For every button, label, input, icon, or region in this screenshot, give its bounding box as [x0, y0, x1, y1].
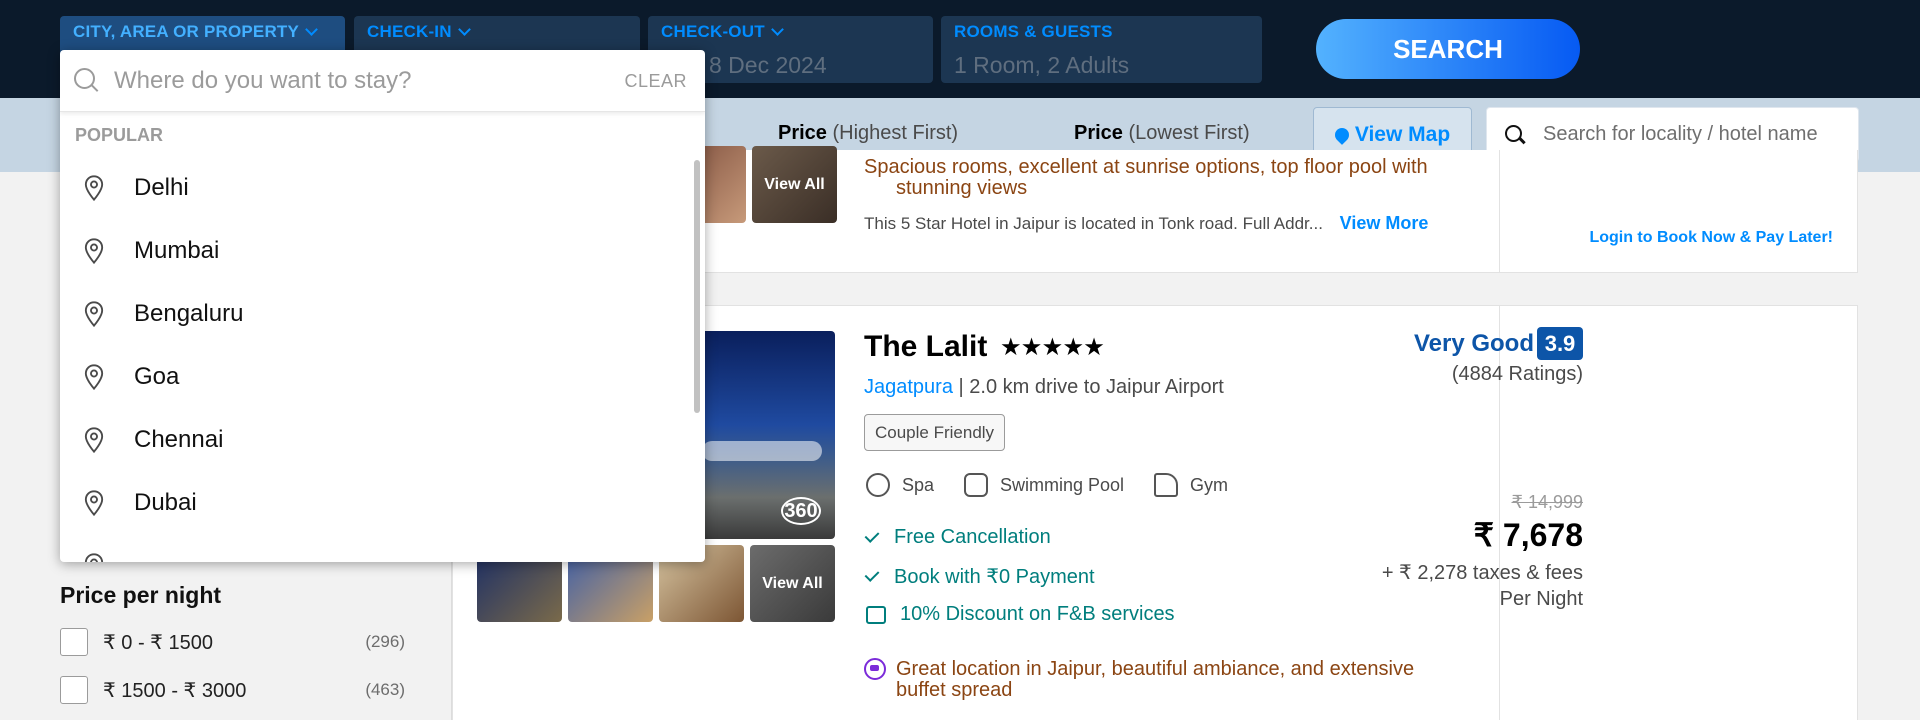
checkout-value: 8 Dec 2024 — [709, 52, 827, 78]
location-pin-icon — [84, 426, 104, 453]
dropdown-scrollbar[interactable] — [694, 160, 700, 413]
gym-icon — [1154, 473, 1178, 497]
final-price: ₹ 7,678 — [1473, 517, 1583, 553]
review-icon — [864, 658, 886, 680]
location-pin-icon — [84, 363, 104, 390]
rooms-guests-value: 1 Room, 2 Adults — [954, 52, 1130, 78]
locality-search-input[interactable] — [1543, 123, 1843, 146]
rating-badge: 3.9 — [1537, 327, 1583, 360]
star-icon: ★ — [1001, 335, 1021, 359]
amenity-pool: Swimming Pool — [964, 473, 1124, 497]
chevron-down-icon — [770, 23, 784, 36]
checkin-label: CHECK-IN — [367, 22, 452, 41]
location-pin-icon — [84, 237, 104, 264]
dropdown-search: CLEAR — [60, 50, 705, 112]
map-pin-icon — [1331, 124, 1352, 145]
view-360-icon[interactable]: 360 — [781, 497, 821, 525]
hotel-location: Jagatpura | 2.0 km drive to Jaipur Airpo… — [864, 376, 1224, 398]
popular-section-label: POPULAR — [75, 125, 164, 145]
city-option-delhi[interactable]: Delhi — [60, 156, 690, 219]
price-filter-title: Price per night — [60, 582, 222, 608]
city-dropdown: CLEAR POPULAR Delhi Mumbai Bengaluru Goa… — [60, 50, 705, 562]
check-icon — [864, 528, 880, 543]
city-field-label: CITY, AREA OR PROPERTY — [73, 22, 300, 41]
location-pin-icon — [84, 300, 104, 327]
hotel-name[interactable]: The Lalit ★ ★ ★ ★ ★ — [864, 330, 1103, 364]
location-pin-icon — [84, 489, 104, 516]
hotel-address: This 5 Star Hotel in Jaipur is located i… — [864, 213, 1429, 233]
benefit-free-cancellation: Free Cancellation — [864, 526, 1051, 549]
login-to-book-link[interactable]: Login to Book Now & Pay Later! — [1589, 229, 1833, 247]
view-all-photos[interactable]: View All — [752, 146, 837, 223]
clear-button[interactable]: CLEAR — [624, 71, 687, 92]
couple-friendly-tag: Couple Friendly — [864, 414, 1006, 451]
rooms-guests-field[interactable]: ROOMS & GUESTS 1 Room, 2 Adults — [941, 16, 1262, 83]
original-price: ₹ 14,999 — [1511, 492, 1583, 512]
search-icon — [1505, 124, 1525, 145]
amenity-spa: Spa — [866, 473, 934, 497]
benefit-fnb-discount: 10% Discount on F&B services — [866, 603, 1175, 626]
view-more-link[interactable]: View More — [1340, 213, 1429, 233]
sort-price-high[interactable]: Price (Highest First) — [778, 122, 958, 145]
price-checkbox[interactable] — [60, 676, 88, 704]
benefit-zero-payment: Book with ₹0 Payment — [864, 564, 1095, 589]
taxes-fees: + ₹ 2,278 taxes & fees — [1381, 562, 1583, 584]
star-icon: ★ — [1043, 335, 1062, 359]
hotel-area-link[interactable]: Jagatpura — [864, 376, 953, 398]
rating-text: Very Good — [1413, 330, 1534, 357]
city-option-bengaluru[interactable]: Bengaluru — [60, 282, 690, 345]
per-night-label: Per Night — [1499, 588, 1583, 610]
search-button[interactable]: SEARCH — [1316, 19, 1580, 79]
city-option-mumbai[interactable]: Mumbai — [60, 219, 690, 282]
sort-price-low[interactable]: Price (Lowest First) — [1074, 122, 1250, 145]
city-option-goa[interactable]: Goa — [60, 345, 690, 408]
search-icon — [74, 67, 100, 94]
chevron-down-icon — [457, 23, 471, 36]
location-pin-icon — [84, 174, 104, 201]
chevron-down-icon — [305, 23, 318, 36]
rooms-guests-label: ROOMS & GUESTS — [954, 22, 1113, 41]
pool-icon — [964, 473, 988, 497]
checkout-label: CHECK-OUT — [661, 22, 765, 41]
offer-icon — [866, 605, 886, 624]
city-option-partial[interactable] — [60, 534, 690, 562]
star-icon: ★ — [1063, 335, 1083, 359]
star-icon: ★ — [1084, 335, 1104, 359]
check-icon — [864, 567, 880, 582]
star-rating: ★ ★ ★ ★ ★ — [1001, 335, 1103, 360]
location-pin-icon — [84, 552, 104, 562]
destination-search-input[interactable] — [114, 66, 594, 95]
popular-city-list: Delhi Mumbai Bengaluru Goa Chennai Dubai — [60, 156, 690, 562]
amenity-gym: Gym — [1154, 473, 1228, 497]
price-checkbox[interactable] — [60, 628, 88, 656]
star-icon: ★ — [1022, 335, 1041, 359]
city-option-dubai[interactable]: Dubai — [60, 471, 690, 534]
spa-icon — [866, 473, 890, 497]
view-all-photos[interactable]: View All — [750, 545, 835, 622]
hotel-main-image[interactable]: 360 — [692, 331, 835, 539]
city-option-chennai[interactable]: Chennai — [60, 408, 690, 471]
price-option[interactable]: ₹ 1500 - ₹ 3000 (463) — [60, 676, 405, 704]
price-option[interactable]: ₹ 0 - ₹ 1500 (296) — [60, 628, 405, 656]
rating-count[interactable]: (4884 Ratings) — [1452, 363, 1583, 386]
